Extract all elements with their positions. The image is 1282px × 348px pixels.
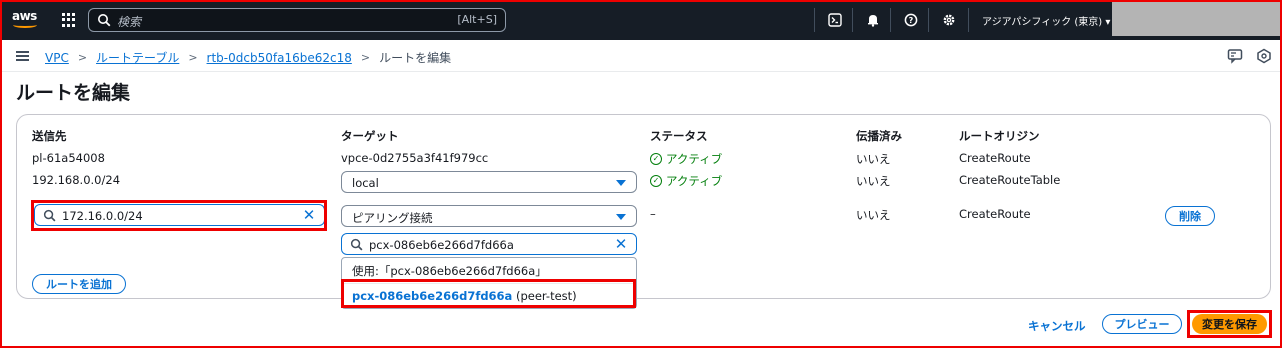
breadcrumb: VPC > ルートテーブル > rtb-0dcb50fa16be62c18 > …	[45, 49, 451, 66]
route-target: vpce-0d2755a3f41f979cc	[341, 151, 489, 165]
search-shortcut: [Alt+S]	[457, 13, 497, 26]
route-propagated: いいえ	[856, 152, 891, 166]
route-target-select[interactable]: ピアリング接続	[341, 205, 637, 227]
svg-text:?: ?	[909, 16, 914, 25]
route-status: ✓ アクティブ	[650, 151, 722, 167]
destination-input[interactable]: 172.16.0.0/24 ✕	[34, 204, 325, 226]
breadcrumb-link-route-table-id[interactable]: rtb-0dcb50fa16be62c18	[207, 51, 352, 65]
breadcrumb-separator: >	[77, 51, 88, 64]
route-status: ✓ アクティブ	[650, 173, 722, 189]
bell-icon[interactable]	[864, 11, 882, 29]
target-search-input[interactable]: pcx-086eb6e266d7fd66a ✕	[341, 233, 637, 255]
breadcrumb-link-route-tables[interactable]: ルートテーブル	[96, 49, 179, 66]
col-header-status: ステータス	[650, 129, 708, 143]
services-grid-icon[interactable]	[62, 13, 76, 27]
settings-icon[interactable]	[940, 11, 958, 29]
status-success-icon: ✓	[650, 153, 662, 165]
search-icon	[43, 209, 56, 222]
info-panel-icon[interactable]	[1256, 48, 1272, 64]
status-success-icon: ✓	[650, 175, 662, 187]
col-header-destination: 送信先	[32, 129, 67, 143]
breadcrumb-bar: VPC > ルートテーブル > rtb-0dcb50fa16be62c18 > …	[0, 40, 1282, 72]
input-value: pcx-086eb6e266d7fd66a	[369, 238, 514, 252]
route-destination: pl-61a54008	[32, 151, 105, 165]
select-value: local	[352, 176, 379, 190]
route-destination: 192.168.0.0/24	[32, 173, 121, 187]
dropdown-option-peering[interactable]: pcx-086eb6e266d7fd66a (peer-test)	[342, 284, 636, 308]
menu-icon[interactable]	[16, 51, 29, 61]
top-navigation: aws 検索 [Alt+S] ? アジアパシフィック (東京) ▾	[0, 0, 1282, 40]
select-value: ピアリング接続	[352, 211, 433, 225]
route-target-select[interactable]: local	[341, 171, 637, 193]
nav-divider	[928, 8, 929, 32]
breadcrumb-separator: >	[360, 51, 371, 64]
clear-icon[interactable]: ✕	[613, 236, 629, 252]
route-origin: CreateRouteTable	[959, 173, 1061, 187]
help-icon[interactable]: ?	[902, 11, 920, 29]
input-value: 172.16.0.0/24	[62, 209, 143, 223]
search-icon	[98, 14, 111, 27]
option-id: pcx-086eb6e266d7fd66a	[352, 289, 513, 303]
caret-down-icon	[616, 180, 626, 186]
breadcrumb-current: ルートを編集	[379, 51, 452, 65]
aws-smile-icon	[13, 22, 37, 28]
breadcrumb-link-vpc[interactable]: VPC	[45, 51, 69, 65]
add-route-button[interactable]: ルートを追加	[32, 274, 126, 294]
status-text: アクティブ	[666, 174, 723, 188]
nav-divider	[968, 8, 969, 32]
caret-down-icon	[616, 214, 626, 220]
route-origin: CreateRoute	[959, 151, 1031, 165]
cancel-button[interactable]: キャンセル	[1028, 318, 1086, 334]
page-title: ルートを編集	[16, 82, 131, 104]
breadcrumb-separator: >	[188, 51, 198, 64]
route-status: –	[650, 207, 656, 221]
region-selector[interactable]: アジアパシフィック (東京) ▾	[982, 13, 1110, 28]
preview-button[interactable]: プレビュー	[1102, 314, 1182, 334]
col-header-target: ターゲット	[341, 129, 399, 143]
dropdown-option-use-value[interactable]: 使用:「pcx-086eb6e266d7fd66a」	[342, 259, 636, 283]
col-header-propagated: 伝播済み	[856, 129, 902, 143]
clear-icon[interactable]: ✕	[301, 207, 317, 223]
col-header-origin: ルートオリジン	[959, 129, 1040, 143]
nav-divider	[814, 8, 815, 32]
nav-divider	[852, 8, 853, 32]
nav-divider	[890, 8, 891, 32]
save-changes-button[interactable]: 変更を保存	[1192, 314, 1267, 334]
global-search-input[interactable]: 検索 [Alt+S]	[88, 8, 506, 32]
feedback-icon[interactable]	[1227, 48, 1243, 64]
aws-logo[interactable]: aws	[12, 9, 40, 31]
search-placeholder: 検索	[117, 15, 142, 29]
route-propagated: いいえ	[856, 208, 891, 222]
search-icon	[350, 238, 363, 251]
option-name: (peer-test)	[515, 289, 577, 303]
target-options-dropdown: 使用:「pcx-086eb6e266d7fd66a」 pcx-086eb6e26…	[341, 257, 637, 309]
account-menu-redacted[interactable]	[1112, 0, 1282, 36]
route-propagated: いいえ	[856, 174, 891, 188]
status-text: アクティブ	[666, 152, 723, 166]
aws-logo-text: aws	[12, 9, 37, 23]
routes-card: 送信先 ターゲット ステータス 伝播済み ルートオリジン pl-61a54008…	[16, 114, 1271, 299]
route-origin: CreateRoute	[959, 207, 1031, 221]
remove-route-button[interactable]: 削除	[1165, 206, 1215, 226]
cloudshell-icon[interactable]	[826, 11, 844, 29]
